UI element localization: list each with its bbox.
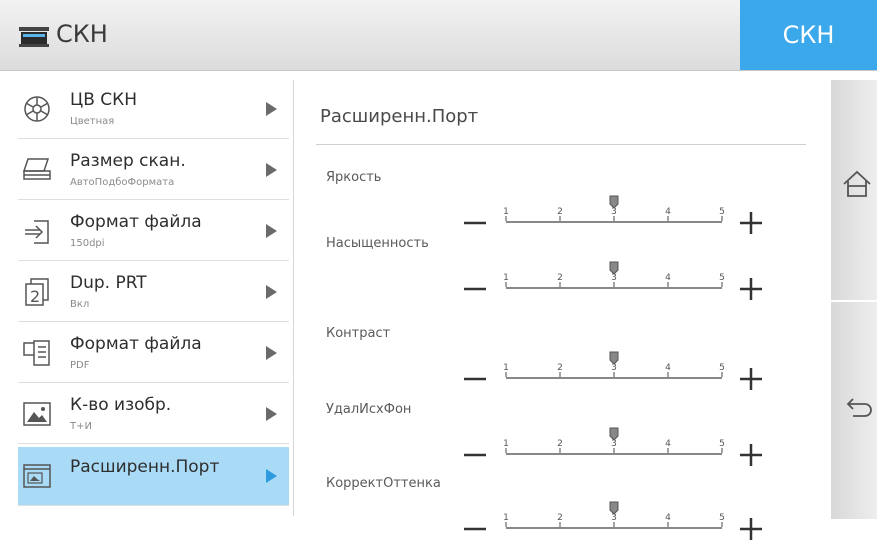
slider-tick-label: 2 (557, 363, 563, 373)
scanner-icon (19, 27, 49, 47)
slider-tick-label: 4 (665, 363, 671, 373)
level-slider[interactable]: 12345 (464, 336, 774, 396)
level-slider[interactable]: 12345 (464, 246, 774, 306)
plus-icon[interactable] (740, 368, 762, 390)
slider-tick-label: 5 (719, 439, 725, 449)
chevron-right-icon (266, 163, 277, 177)
slider-tick-label: 1 (503, 207, 509, 217)
app-title: СКН (56, 20, 108, 48)
duplex-icon: 2 (25, 278, 49, 306)
menu-item-label: Формат файла (70, 212, 202, 232)
image-icon (23, 402, 51, 426)
divider (831, 300, 877, 302)
menu-item-value: АвтоПодбоФормата (70, 177, 175, 188)
setting-label: Контраст (326, 326, 391, 341)
divider (316, 144, 806, 145)
setting-label: УдалИсхФон (326, 402, 412, 417)
slider-tick-label: 4 (665, 273, 671, 283)
menu-item-duplex[interactable]: 2 Dup. PRT Вкл (18, 263, 289, 322)
file-import-icon (25, 220, 49, 244)
menu-item-color-scan[interactable]: ЦВ СКН Цветная (18, 80, 289, 139)
plus-icon[interactable] (740, 212, 762, 234)
menu-item-image-count[interactable]: К-во изобр. Т+И (18, 385, 289, 444)
menu-item-file-format[interactable]: Формат файла PDF (18, 324, 289, 383)
chevron-right-icon (266, 102, 277, 116)
plus-icon[interactable] (740, 278, 762, 300)
color-wheel-icon (24, 96, 50, 122)
menu-item-value: PDF (70, 360, 90, 371)
menu-item-value: Т+И (70, 421, 92, 432)
svg-text:2: 2 (30, 287, 40, 306)
slider-row: УдалИсхФон 1 2 3 4 5 (300, 402, 830, 482)
menu-item-label: К-во изобр. (70, 395, 172, 415)
menu-item-scan-size[interactable]: Размер скан. АвтоПодбоФормата (18, 141, 289, 200)
slider-tick-label: 5 (719, 207, 725, 217)
chevron-right-icon (266, 469, 277, 483)
menu-item-label: ЦВ СКН (70, 90, 137, 110)
slider-row: Контраст 1 2 3 4 5 (300, 326, 830, 406)
menu-item-value: Вкл (70, 299, 90, 310)
slider-tick-label: 2 (557, 439, 563, 449)
advanced-settings-panel: Расширенн.Порт Яркость 1 2 3 4 5 Насыщенность 1… (300, 80, 830, 540)
scanner-icon (22, 158, 51, 180)
chevron-right-icon (266, 285, 277, 299)
level-slider[interactable]: 12345 (464, 180, 774, 240)
chevron-right-icon (266, 224, 277, 238)
setting-label: КорректОттенка (326, 476, 441, 491)
slider-tick-label: 4 (665, 439, 671, 449)
panel-title: Расширенн.Порт (320, 106, 479, 127)
setting-label: Насыщенность (326, 236, 429, 251)
level-slider[interactable]: 12345 (464, 486, 774, 546)
slider-tick-label: 2 (557, 273, 563, 283)
slider-tick-label: 2 (557, 207, 563, 217)
menu-item-label: Размер скан. (70, 151, 186, 171)
slider-tick-label: 5 (719, 513, 725, 523)
slider-tick-label: 1 (503, 513, 509, 523)
menu-item-value: Цветная (70, 116, 115, 127)
plus-icon[interactable] (740, 444, 762, 466)
slider-tick-label: 4 (665, 207, 671, 217)
file-format-icon (23, 340, 50, 366)
slider-row: Насыщенность 1 2 3 4 5 (300, 236, 830, 316)
slider-tick-label: 2 (557, 513, 563, 523)
menu-item-advanced[interactable]: Расширенн.Порт (18, 447, 289, 506)
advanced-icon (23, 464, 51, 488)
chevron-right-icon (266, 346, 277, 360)
level-slider[interactable]: 12345 (464, 412, 774, 472)
slider-tick-label: 5 (719, 273, 725, 283)
slider-tick-label: 5 (719, 363, 725, 373)
slider-tick-label: 1 (503, 273, 509, 283)
side-nav (831, 80, 877, 519)
menu-item-label: Расширенн.Порт (70, 457, 220, 477)
menu-item-value: 150dpi (70, 238, 105, 249)
home-icon[interactable] (841, 168, 873, 200)
slider-tick-label: 4 (665, 513, 671, 523)
slider-tick-label: 1 (503, 363, 509, 373)
plus-icon[interactable] (740, 518, 762, 540)
back-arrow-icon[interactable] (843, 396, 873, 420)
header-bar: СКН СКН (0, 0, 877, 71)
menu-item-label: Dup. PRT (70, 273, 147, 293)
scan-button[interactable]: СКН (740, 0, 877, 70)
menu-item-file-format-resolution[interactable]: Формат файла 150dpi (18, 202, 289, 261)
settings-menu: ЦВ СКН Цветная Размер скан. АвтоПодбоФор… (8, 80, 294, 516)
slider-row: КорректОттенка 1 2 3 4 5 (300, 476, 830, 556)
chevron-right-icon (266, 407, 277, 421)
setting-label: Яркость (326, 170, 382, 185)
slider-tick-label: 1 (503, 439, 509, 449)
menu-item-label: Формат файла (70, 334, 202, 354)
